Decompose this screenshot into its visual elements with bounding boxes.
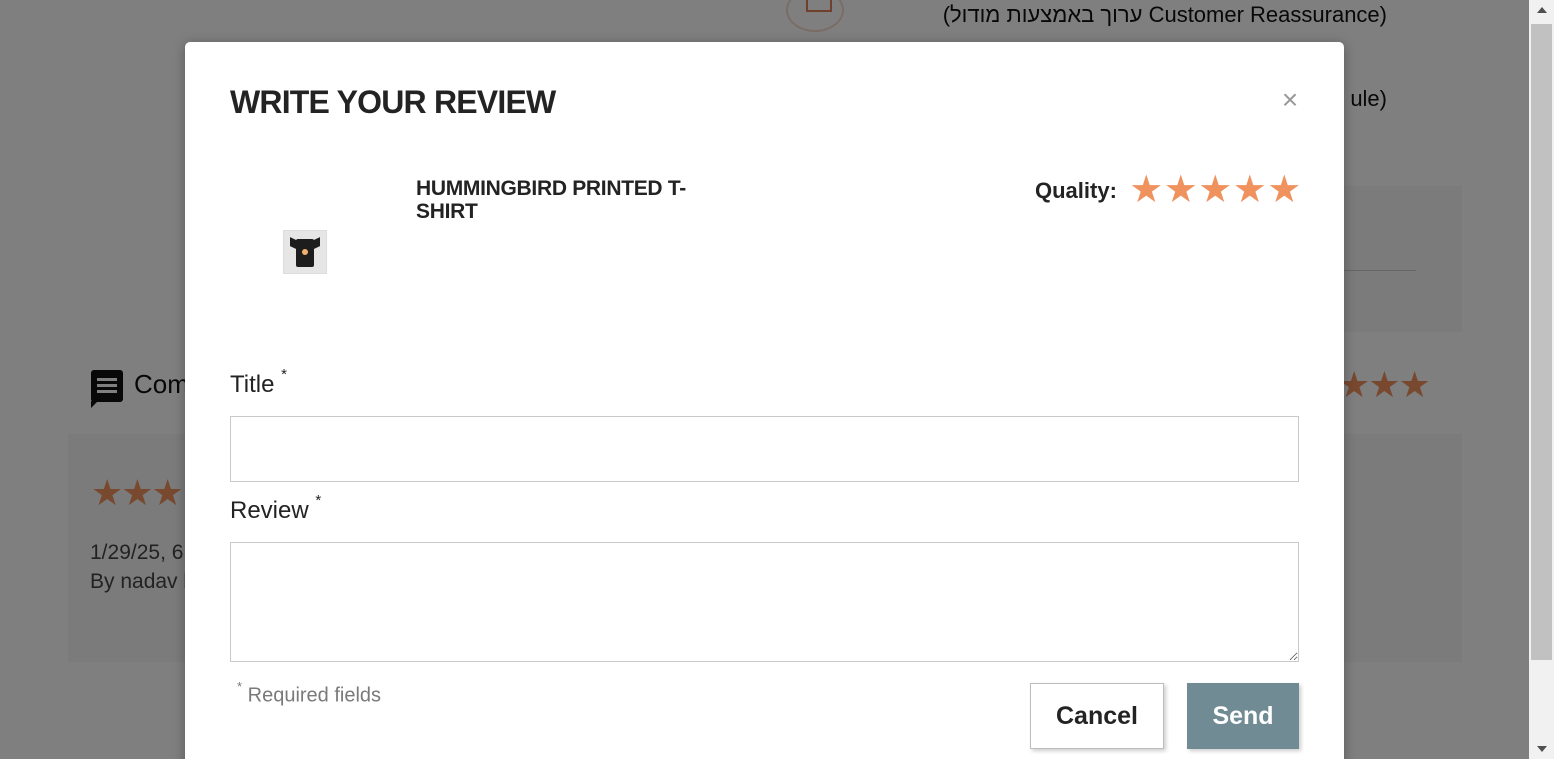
star-icon[interactable]: ★ — [1198, 171, 1233, 209]
star-icon[interactable]: ★ — [1233, 171, 1268, 209]
page-scrollbar[interactable] — [1529, 0, 1554, 759]
quality-star-rating[interactable]: ★ ★ ★ ★ ★ — [1129, 171, 1302, 209]
title-input[interactable] — [230, 416, 1299, 482]
required-fields-note: * Required fields — [237, 679, 382, 707]
product-image — [283, 230, 327, 274]
write-review-modal: WRITE YOUR REVIEW × HUMMINGBIRD PRINTED … — [185, 42, 1344, 759]
scroll-down-arrow-icon[interactable] — [1529, 739, 1554, 759]
star-icon[interactable]: ★ — [1267, 171, 1302, 209]
close-icon[interactable]: × — [1278, 86, 1302, 114]
criterion-label: Quality: — [1035, 178, 1117, 203]
scroll-up-arrow-icon[interactable] — [1529, 0, 1554, 20]
star-icon[interactable]: ★ — [1164, 171, 1199, 209]
tshirt-print-icon — [302, 249, 308, 255]
scroll-thumb[interactable] — [1531, 24, 1552, 660]
send-button[interactable]: Send — [1187, 683, 1299, 749]
title-label: Title * — [230, 366, 287, 398]
cancel-button[interactable]: Cancel — [1030, 683, 1164, 749]
review-textarea[interactable] — [230, 542, 1299, 662]
modal-title: WRITE YOUR REVIEW — [230, 84, 556, 120]
product-name: HUMMINGBIRD PRINTED T-SHIRT — [416, 177, 686, 223]
review-label: Review * — [230, 492, 322, 524]
star-icon[interactable]: ★ — [1129, 171, 1164, 209]
